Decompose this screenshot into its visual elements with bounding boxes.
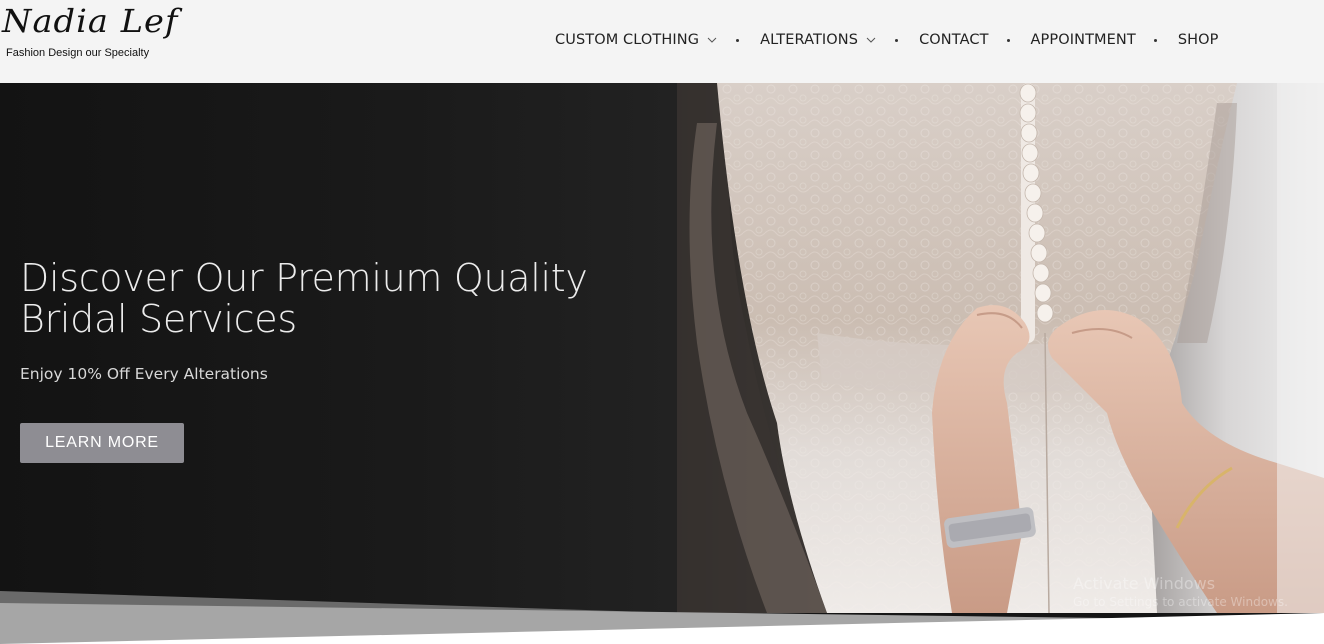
page: Nadia Lef Fashion Design our Specialty C… [0, 0, 1324, 644]
nav-item-shop[interactable]: SHOP [1178, 32, 1219, 48]
nav-item-label: SHOP [1177, 32, 1219, 48]
main-nav: CUSTOM CLOTHING ALTERATIONS CONTACT APPO… [555, 30, 1218, 50]
nav-item-appointment[interactable]: APPOINTMENT [1031, 32, 1136, 48]
nav-separator [736, 38, 740, 42]
hero-subtitle: Enjoy 10% Off Every Alterations [20, 365, 268, 383]
hero-title: Discover Our Premium Quality Bridal Serv… [20, 256, 588, 341]
nav-item-label: CUSTOM CLOTHING [555, 32, 700, 48]
nav-separator [1006, 38, 1010, 42]
nav-separator [895, 38, 899, 42]
bridal-dress-photo [677, 83, 1324, 613]
site-header: Nadia Lef Fashion Design our Specialty C… [0, 0, 1324, 83]
watermark-subtitle: Go to Settings to activate Windows. [1073, 595, 1288, 609]
logo-script-text: Nadia Lef [2, 2, 179, 40]
brand-logo[interactable]: Nadia Lef Fashion Design our Specialty [0, 0, 180, 70]
activate-windows-watermark: Activate Windows Go to Settings to activ… [1073, 574, 1288, 609]
nav-item-label: APPOINTMENT [1030, 32, 1136, 48]
chevron-down-icon [707, 37, 717, 43]
nav-item-contact[interactable]: CONTACT [919, 32, 988, 48]
chevron-down-icon [866, 37, 876, 43]
nav-item-alterations[interactable]: ALTERATIONS [760, 32, 877, 48]
nav-separator [1153, 38, 1157, 42]
nav-item-custom-clothing[interactable]: CUSTOM CLOTHING [555, 32, 718, 48]
bridal-dress-illustration [677, 83, 1324, 613]
nav-item-label: CONTACT [919, 32, 989, 48]
hero-dark-panel [0, 83, 677, 613]
learn-more-button[interactable]: LEARN MORE [20, 423, 184, 463]
logo-tagline: Fashion Design our Specialty [6, 47, 150, 59]
nav-item-label: ALTERATIONS [760, 32, 859, 48]
hero-banner: Discover Our Premium Quality Bridal Serv… [0, 83, 1324, 644]
watermark-title: Activate Windows [1073, 574, 1216, 593]
